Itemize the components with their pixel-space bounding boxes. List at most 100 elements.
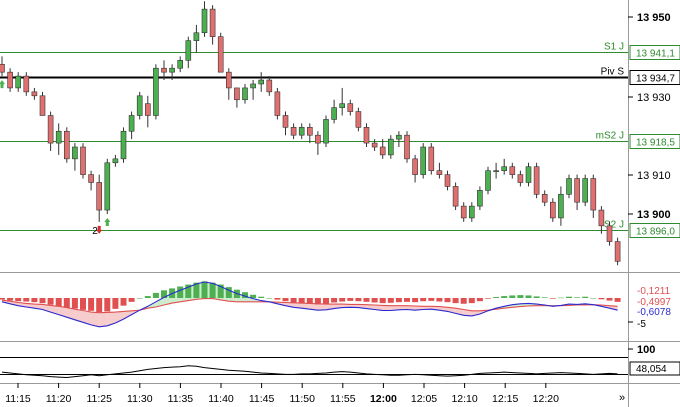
bull-candle <box>193 32 200 41</box>
macd-histogram-bar <box>614 298 621 302</box>
macd-histogram-bar <box>582 296 589 298</box>
time-label: 12:20 <box>533 393 559 405</box>
chart-background <box>0 0 680 407</box>
macd-histogram-bar <box>444 298 451 303</box>
macd-cloud-segment <box>91 312 100 327</box>
bear-candle <box>452 186 459 207</box>
bear-candle <box>161 67 167 73</box>
bear-candle <box>315 134 321 144</box>
macd-histogram-bar <box>485 298 491 299</box>
macd-histogram-bar <box>144 296 151 298</box>
bull-candle <box>485 170 491 191</box>
bull-candle <box>420 146 427 175</box>
bull-candle <box>258 79 265 85</box>
price-tick-label: 13 900 <box>637 209 671 221</box>
bull-candle <box>250 83 256 89</box>
trading-chart[interactable]: S1 JPiv SmS2 JS2 J 2 13 950 13 930 13 91… <box>0 0 680 407</box>
bear-candle <box>614 241 621 262</box>
price-tick-label: 13 930 <box>637 92 671 104</box>
macd-histogram-bar <box>88 298 95 311</box>
time-label: 11:45 <box>249 393 275 405</box>
macd-histogram-bar <box>598 298 605 300</box>
bull-candle <box>582 178 589 203</box>
macd-histogram-bar <box>395 298 402 303</box>
bear-candle <box>574 178 580 203</box>
scroll-right-icon[interactable]: » <box>619 392 625 404</box>
bear-candle <box>444 174 451 187</box>
bear-candle <box>412 158 418 175</box>
level-value-label: 13 896,0 <box>636 227 675 238</box>
macd-histogram-bar <box>363 298 370 302</box>
bear-candle <box>47 115 54 144</box>
macd-histogram-bar <box>501 296 508 298</box>
macd-histogram-bar <box>404 298 410 302</box>
macd-histogram-bar <box>298 298 305 304</box>
bear-candle <box>355 111 362 128</box>
bear-candle <box>23 75 30 93</box>
bull-candle <box>104 162 111 211</box>
level-name: S1 J <box>604 42 624 53</box>
time-label: 11:20 <box>46 393 72 405</box>
bull-candle <box>120 130 127 160</box>
bull-candle <box>298 127 305 136</box>
macd-histogram-bar <box>493 297 500 298</box>
bull-candle <box>128 115 135 132</box>
bull-candle <box>201 8 208 34</box>
macd-histogram-bar <box>387 298 394 303</box>
bull-candle <box>566 178 572 195</box>
macd-histogram-bar <box>71 298 78 309</box>
macd-histogram-bar <box>274 298 281 300</box>
osc-tick-label: 100 <box>637 344 655 356</box>
time-label: 11:25 <box>86 393 112 405</box>
bull-candle <box>339 103 346 108</box>
macd-histogram-bar <box>533 296 540 298</box>
macd-histogram-bar <box>420 298 427 302</box>
bull-candle <box>525 166 532 183</box>
bear-candle <box>64 130 70 160</box>
macd-histogram-bar <box>152 292 159 298</box>
macd-histogram-bar <box>566 296 572 298</box>
bear-candle <box>96 182 102 211</box>
time-label: 11:15 <box>5 393 31 405</box>
bear-candle <box>428 146 435 171</box>
bull-candle <box>501 166 508 171</box>
bear-candle <box>590 178 597 211</box>
bear-candle <box>234 87 240 101</box>
macd-histogram-bar <box>104 298 111 312</box>
macd-histogram-bar <box>468 298 475 304</box>
bull-candle <box>396 134 402 140</box>
time-label: 11:30 <box>127 393 153 405</box>
bull-candle <box>558 194 564 219</box>
bull-candle <box>169 67 175 73</box>
macd-histogram-bar <box>282 298 289 302</box>
bear-candle <box>347 103 354 112</box>
macd-histogram-bar <box>0 298 5 300</box>
bear-candle <box>306 127 313 136</box>
bear-candle <box>217 36 224 73</box>
level-name: mS2 J <box>596 131 624 142</box>
macd-histogram-bar <box>436 298 443 302</box>
macd-histogram-bar <box>549 298 556 299</box>
macd-cloud-segment <box>99 312 108 327</box>
time-label: 12:00 <box>370 393 397 405</box>
bear-candle <box>282 115 289 128</box>
bear-candle <box>39 95 46 116</box>
bull-candle <box>477 190 483 207</box>
macd-histogram-bar <box>574 297 581 298</box>
time-label: 11:35 <box>168 393 194 405</box>
bear-candle <box>226 71 232 89</box>
bear-candle <box>517 174 524 183</box>
bull-candle <box>387 138 394 156</box>
macd-histogram-bar <box>31 298 38 303</box>
macd-histogram-bar <box>323 298 329 304</box>
bear-candle <box>7 71 13 89</box>
macd-histogram-bar <box>428 298 435 301</box>
osc-value-label: 48,054 <box>636 364 667 375</box>
bear-candle <box>80 146 86 175</box>
macd-histogram-bar <box>355 298 362 302</box>
macd-histogram-bar <box>7 298 14 301</box>
bear-candle <box>0 63 5 73</box>
bull-candle <box>493 170 499 172</box>
bear-candle <box>598 209 605 227</box>
signal-count: 2 <box>92 226 98 237</box>
